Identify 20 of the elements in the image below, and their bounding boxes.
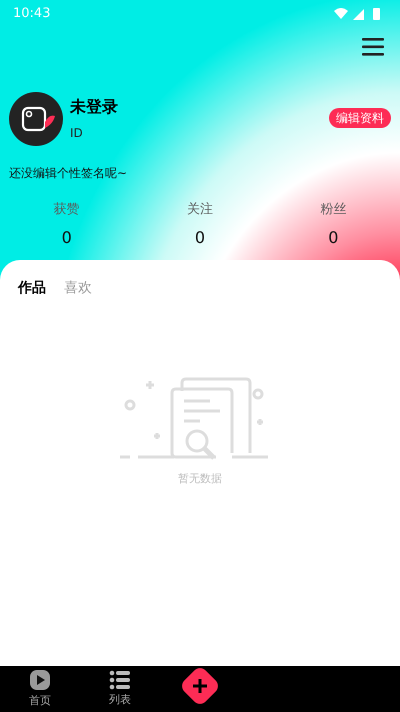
play-icon <box>29 668 51 691</box>
user-id: ID <box>70 127 84 139</box>
nav-item[interactable]: 首页 <box>0 668 80 710</box>
nav-item[interactable]: 列表 <box>80 670 160 708</box>
list-icon <box>109 670 131 690</box>
empty-state-text: 暂无数据 <box>178 470 222 486</box>
status-time: 10:43 <box>13 5 50 24</box>
stat-value: 0 <box>62 226 72 248</box>
username: 未登录 <box>70 99 118 115</box>
edit-profile-button[interactable]: 编辑资料 <box>329 108 391 128</box>
tab[interactable]: 作品 <box>18 278 46 298</box>
signature-text: 还没编辑个性签名呢~ <box>9 166 128 180</box>
avatar-logo <box>9 92 63 146</box>
stat-value: 0 <box>194 226 206 248</box>
stat-label: 粉丝 <box>320 201 346 219</box>
stat-value: 0 <box>328 226 338 248</box>
stat-label: 关注 <box>186 201 213 219</box>
stat-label: 获赞 <box>54 201 80 219</box>
menu-icon[interactable] <box>362 38 384 56</box>
plus-icon <box>192 678 208 694</box>
